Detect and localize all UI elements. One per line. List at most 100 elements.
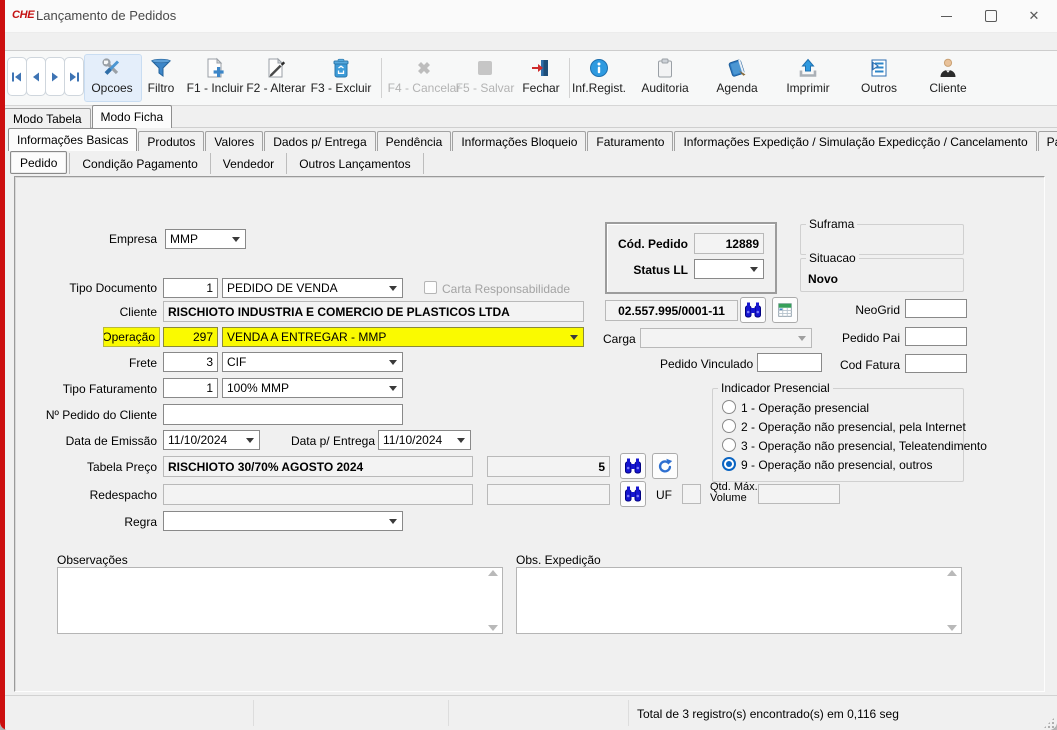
empresa-combo[interactable]: MMP	[165, 229, 246, 249]
subtab-vendedor[interactable]: Vendedor	[213, 153, 284, 174]
subtab-separator	[423, 153, 424, 174]
tab-informacoes-expedicao[interactable]: Informações Expedição / Simulação Expedi…	[674, 131, 1036, 151]
data-emissao-picker[interactable]: 11/10/2024	[163, 430, 260, 450]
chevron-down-icon	[389, 519, 397, 524]
radio-nao-presencial-teleatendimento[interactable]	[722, 438, 736, 452]
cod-fatura-input[interactable]	[905, 354, 967, 373]
cod-pedido-value: 12889	[726, 235, 759, 253]
data-entrega-label: Data p/ Entrega	[270, 434, 375, 448]
nav-last-button[interactable]	[64, 57, 84, 96]
toolbar-button-f3-excluir[interactable]: F3 - Excluir	[306, 56, 376, 102]
tabela-preco-refresh-button[interactable]	[652, 453, 678, 479]
tab-informacoes-bloqueio[interactable]: Informações Bloqueio	[452, 131, 586, 151]
subtab-outros-lancamentos[interactable]: Outros Lançamentos	[289, 153, 420, 174]
cnpj-field: 02.557.995/0001-11	[605, 300, 738, 321]
obs-expedicao-textarea[interactable]	[516, 567, 962, 634]
tipo-documento-combo[interactable]: PEDIDO DE VENDA	[222, 278, 403, 298]
tab-informacoes-basicas[interactable]: Informações Basicas	[8, 128, 137, 151]
toolbar-button-auditoria[interactable]: Auditoria	[635, 56, 695, 102]
cliente-search-button[interactable]	[740, 297, 766, 323]
redespacho-label: Redespacho	[20, 488, 157, 502]
tabela-preco-code: 5	[598, 458, 605, 476]
tipo-documento-code-input[interactable]: 1	[163, 278, 218, 298]
toolbar-button-fechar[interactable]: Fechar	[517, 56, 565, 102]
neogrid-label: NeoGrid	[845, 303, 900, 317]
clipboard-icon	[654, 56, 676, 80]
tabela-preco-search-button[interactable]	[620, 453, 646, 479]
close-button[interactable]: ✕	[1011, 0, 1057, 32]
toolbar-button-outros[interactable]: Outros	[849, 56, 909, 102]
data-entrega-value: 11/10/2024	[383, 431, 442, 449]
tipo-documento-code: 1	[206, 279, 213, 297]
tab-produtos[interactable]: Produtos	[138, 131, 204, 151]
tabela-preco-value: RISCHIOTO 30/70% AGOSTO 2024	[168, 458, 363, 476]
obs-expedicao-scrollbar[interactable]	[945, 570, 959, 631]
frete-code: 3	[206, 353, 213, 371]
statusbar-separator	[253, 700, 254, 726]
radio-nao-presencial-internet[interactable]	[722, 419, 736, 433]
nav-first-button[interactable]	[7, 57, 27, 96]
statusbar-separator	[628, 700, 629, 726]
toolbar-button-inf-regist[interactable]: Inf.Regist.	[566, 56, 632, 102]
tab-label: Informações Basicas	[17, 133, 128, 147]
carta-responsabilidade-checkbox[interactable]	[424, 281, 437, 294]
tab-valores[interactable]: Valores	[205, 131, 263, 151]
tab-pendencia[interactable]: Pendência	[377, 131, 452, 151]
binoculars-icon	[623, 484, 643, 504]
frete-combo[interactable]: CIF	[222, 352, 403, 372]
toolbar-button-opcoes[interactable]: Opcoes	[83, 56, 141, 102]
tab-dados-entrega[interactable]: Dados p/ Entrega	[264, 131, 375, 151]
toolbar-button-agenda[interactable]: Agenda	[707, 56, 767, 102]
toolbar-button-label: Auditoria	[641, 81, 688, 95]
operacao-value: VENDA A ENTREGAR - MMP	[227, 328, 386, 346]
frete-code-input[interactable]: 3	[163, 352, 218, 372]
tipo-faturamento-code-input[interactable]: 1	[163, 378, 218, 398]
observacoes-label: Observações	[57, 553, 128, 567]
observacoes-scrollbar[interactable]	[486, 570, 500, 631]
subtab-condicao-pagamento[interactable]: Condição Pagamento	[72, 153, 207, 174]
tab-papeleta[interactable]: Papeleta	[1038, 131, 1057, 151]
binoculars-icon	[743, 300, 763, 320]
tipo-faturamento-combo[interactable]: 100% MMP	[222, 378, 403, 398]
operacao-label: Operação	[103, 328, 155, 346]
toolbar-button-label: F1 - Incluir	[187, 81, 244, 95]
regra-combo[interactable]	[163, 511, 403, 531]
tab-modo-tabela[interactable]: Modo Tabela	[4, 108, 91, 128]
maximize-button[interactable]	[968, 0, 1014, 32]
tab-modo-ficha[interactable]: Modo Ficha	[92, 105, 173, 128]
radio-operacao-presencial[interactable]	[722, 400, 736, 414]
pedido-vinculado-input[interactable]	[757, 353, 822, 372]
num-pedido-cliente-input[interactable]	[163, 404, 403, 425]
scroll-down-icon[interactable]	[947, 625, 957, 631]
uf-label: UF	[656, 488, 672, 502]
subtab-pedido[interactable]: Pedido	[10, 151, 67, 174]
neogrid-input[interactable]	[905, 299, 967, 318]
chevron-down-icon	[570, 335, 578, 340]
toolbar-button-imprimir[interactable]: Imprimir	[777, 56, 839, 102]
toolbar-button-label: F3 - Excluir	[311, 81, 372, 95]
tab-faturamento[interactable]: Faturamento	[587, 131, 673, 151]
scroll-up-icon[interactable]	[947, 570, 957, 576]
scroll-up-icon[interactable]	[488, 570, 498, 576]
tabela-preco-field: RISCHIOTO 30/70% AGOSTO 2024	[163, 456, 473, 477]
window-title: Lançamento de Pedidos	[36, 8, 176, 23]
frete-value: CIF	[227, 353, 246, 371]
nav-next-button[interactable]	[45, 57, 65, 96]
radio-nao-presencial-outros[interactable]	[722, 457, 736, 471]
operacao-code-input[interactable]: 297	[163, 327, 218, 347]
nav-prev-button[interactable]	[26, 57, 46, 96]
operacao-combo[interactable]: VENDA A ENTREGAR - MMP	[222, 327, 584, 347]
resize-grip[interactable]	[1044, 718, 1054, 728]
pedido-pai-input[interactable]	[905, 327, 967, 346]
toolbar-button-cliente[interactable]: Cliente	[918, 56, 978, 102]
observacoes-textarea[interactable]	[57, 567, 503, 634]
redespacho-search-button[interactable]	[620, 481, 646, 507]
cancel-icon	[413, 56, 435, 80]
subtab-separator	[69, 153, 70, 174]
cliente-sheet-button[interactable]	[772, 297, 798, 323]
status-ll-combo[interactable]	[694, 259, 764, 279]
toolbar-button-f2-alterar[interactable]: F2 - Alterar	[240, 56, 312, 102]
data-entrega-picker[interactable]: 11/10/2024	[378, 430, 471, 450]
minimize-button[interactable]	[923, 0, 969, 32]
scroll-down-icon[interactable]	[488, 625, 498, 631]
